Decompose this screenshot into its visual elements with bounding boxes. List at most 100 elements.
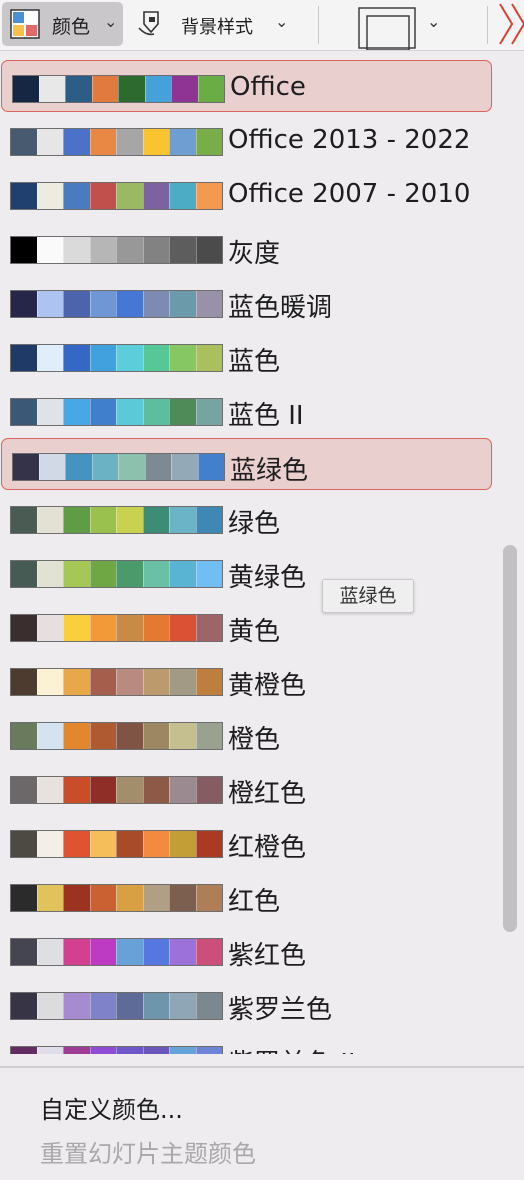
color-swatch: [118, 454, 145, 480]
theme-color-item[interactable]: 红橙色: [0, 816, 494, 868]
color-swatch: [195, 723, 222, 749]
color-swatch: [195, 561, 222, 587]
color-swatch: [142, 615, 169, 641]
color-swatch: [11, 129, 37, 155]
color-swatch: [89, 237, 116, 263]
color-swatch: [11, 831, 37, 857]
theme-color-item[interactable]: 黄色: [0, 600, 494, 652]
color-swatch: [195, 831, 222, 857]
color-swatch: [91, 454, 118, 480]
background-style-button[interactable]: 背景样式 ⌄: [130, 2, 295, 46]
color-swatch: [169, 831, 196, 857]
color-swatch: [63, 993, 90, 1019]
color-swatch: [11, 507, 37, 533]
theme-color-item[interactable]: 黄橙色: [0, 654, 494, 706]
color-swatch: [169, 129, 196, 155]
theme-name: 黄色: [228, 617, 281, 647]
color-swatch: [116, 615, 143, 641]
menu-footer: 自定义颜色... 重置幻灯片主题颜色: [0, 1068, 524, 1180]
color-swatch: [169, 345, 196, 371]
color-swatch: [36, 615, 63, 641]
arrow-shape-icon: [499, 3, 524, 45]
color-swatch: [116, 129, 143, 155]
color-swatch: [89, 993, 116, 1019]
colors-button[interactable]: 颜色 ⌄: [2, 2, 123, 46]
color-swatch: [11, 237, 37, 263]
color-swatch: [116, 1047, 143, 1054]
background-style-label: 背景样式: [181, 17, 253, 38]
theme-name: 紫罗兰色: [228, 995, 333, 1025]
color-swatch: [13, 76, 39, 102]
color-swatch: [63, 885, 90, 911]
theme-color-item[interactable]: 黄绿色: [0, 546, 494, 598]
scrollbar-thumb[interactable]: [503, 545, 517, 932]
color-swatch: [11, 993, 37, 1019]
color-swatch: [116, 777, 143, 803]
color-swatch-strip: [10, 884, 223, 912]
color-swatch: [63, 777, 90, 803]
color-swatch: [116, 831, 143, 857]
color-swatch: [116, 885, 143, 911]
color-swatch: [36, 561, 63, 587]
theme-color-item[interactable]: 蓝绿色: [1, 438, 492, 490]
theme-color-item[interactable]: 蓝色暖调: [0, 276, 494, 328]
color-swatch: [36, 507, 63, 533]
color-swatch: [195, 777, 222, 803]
color-swatch: [142, 831, 169, 857]
color-swatch: [63, 345, 90, 371]
color-swatch: [11, 939, 37, 965]
color-swatch: [195, 291, 222, 317]
theme-name: Office 2007 - 2010: [228, 179, 471, 209]
theme-color-item[interactable]: 红色: [0, 870, 494, 922]
color-swatch-strip: [10, 992, 223, 1020]
color-swatch: [171, 76, 198, 102]
theme-name: 蓝色暖调: [228, 293, 333, 323]
theme-color-item[interactable]: 紫罗兰色 II: [0, 1032, 494, 1054]
color-swatch: [142, 237, 169, 263]
color-swatch: [63, 939, 90, 965]
color-swatch-strip: [10, 722, 223, 750]
color-swatch: [89, 723, 116, 749]
color-swatch: [63, 723, 90, 749]
custom-colors-item[interactable]: 自定义颜色...: [40, 1090, 183, 1125]
theme-color-list: Office Office 2013 - 2022 Office 2007 - 20…: [0, 54, 500, 1054]
theme-color-item[interactable]: 橙红色: [0, 762, 494, 814]
color-swatch: [195, 885, 222, 911]
color-swatch: [11, 183, 37, 209]
color-swatch: [169, 507, 196, 533]
color-swatch: [36, 129, 63, 155]
theme-color-item[interactable]: 紫罗兰色: [0, 978, 494, 1030]
theme-color-item[interactable]: 绿色: [0, 492, 494, 544]
color-swatch: [197, 454, 224, 480]
color-swatch: [89, 939, 116, 965]
color-swatch: [36, 723, 63, 749]
theme-name: 红橙色: [228, 833, 307, 863]
color-swatch: [195, 1047, 222, 1054]
theme-color-item[interactable]: Office 2013 - 2022: [0, 114, 494, 166]
color-swatch: [11, 885, 37, 911]
slide-size-button[interactable]: ⌄: [355, 2, 450, 50]
theme-color-item[interactable]: 紫红色: [0, 924, 494, 976]
color-swatch: [116, 183, 143, 209]
color-swatch: [169, 723, 196, 749]
theme-color-item[interactable]: 橙色: [0, 708, 494, 760]
color-swatch: [169, 237, 196, 263]
theme-name: 蓝色: [228, 347, 281, 377]
next-tool-button[interactable]: [496, 2, 524, 46]
theme-color-item[interactable]: 蓝色 II: [0, 384, 494, 436]
slide-size-icon: [358, 7, 416, 50]
color-swatch-strip: [12, 75, 225, 103]
theme-color-item[interactable]: Office 2007 - 2010: [0, 168, 494, 220]
color-swatch: [36, 345, 63, 371]
color-swatch: [144, 76, 171, 102]
color-swatch: [142, 183, 169, 209]
color-swatch-strip: [10, 614, 223, 642]
color-swatch-strip: [10, 560, 223, 588]
color-swatch: [169, 885, 196, 911]
color-swatch: [142, 345, 169, 371]
color-swatch: [169, 939, 196, 965]
color-swatch: [63, 399, 90, 425]
theme-color-item[interactable]: 蓝色: [0, 330, 494, 382]
theme-color-item[interactable]: Office: [1, 60, 492, 112]
theme-color-item[interactable]: 灰度: [0, 222, 494, 274]
